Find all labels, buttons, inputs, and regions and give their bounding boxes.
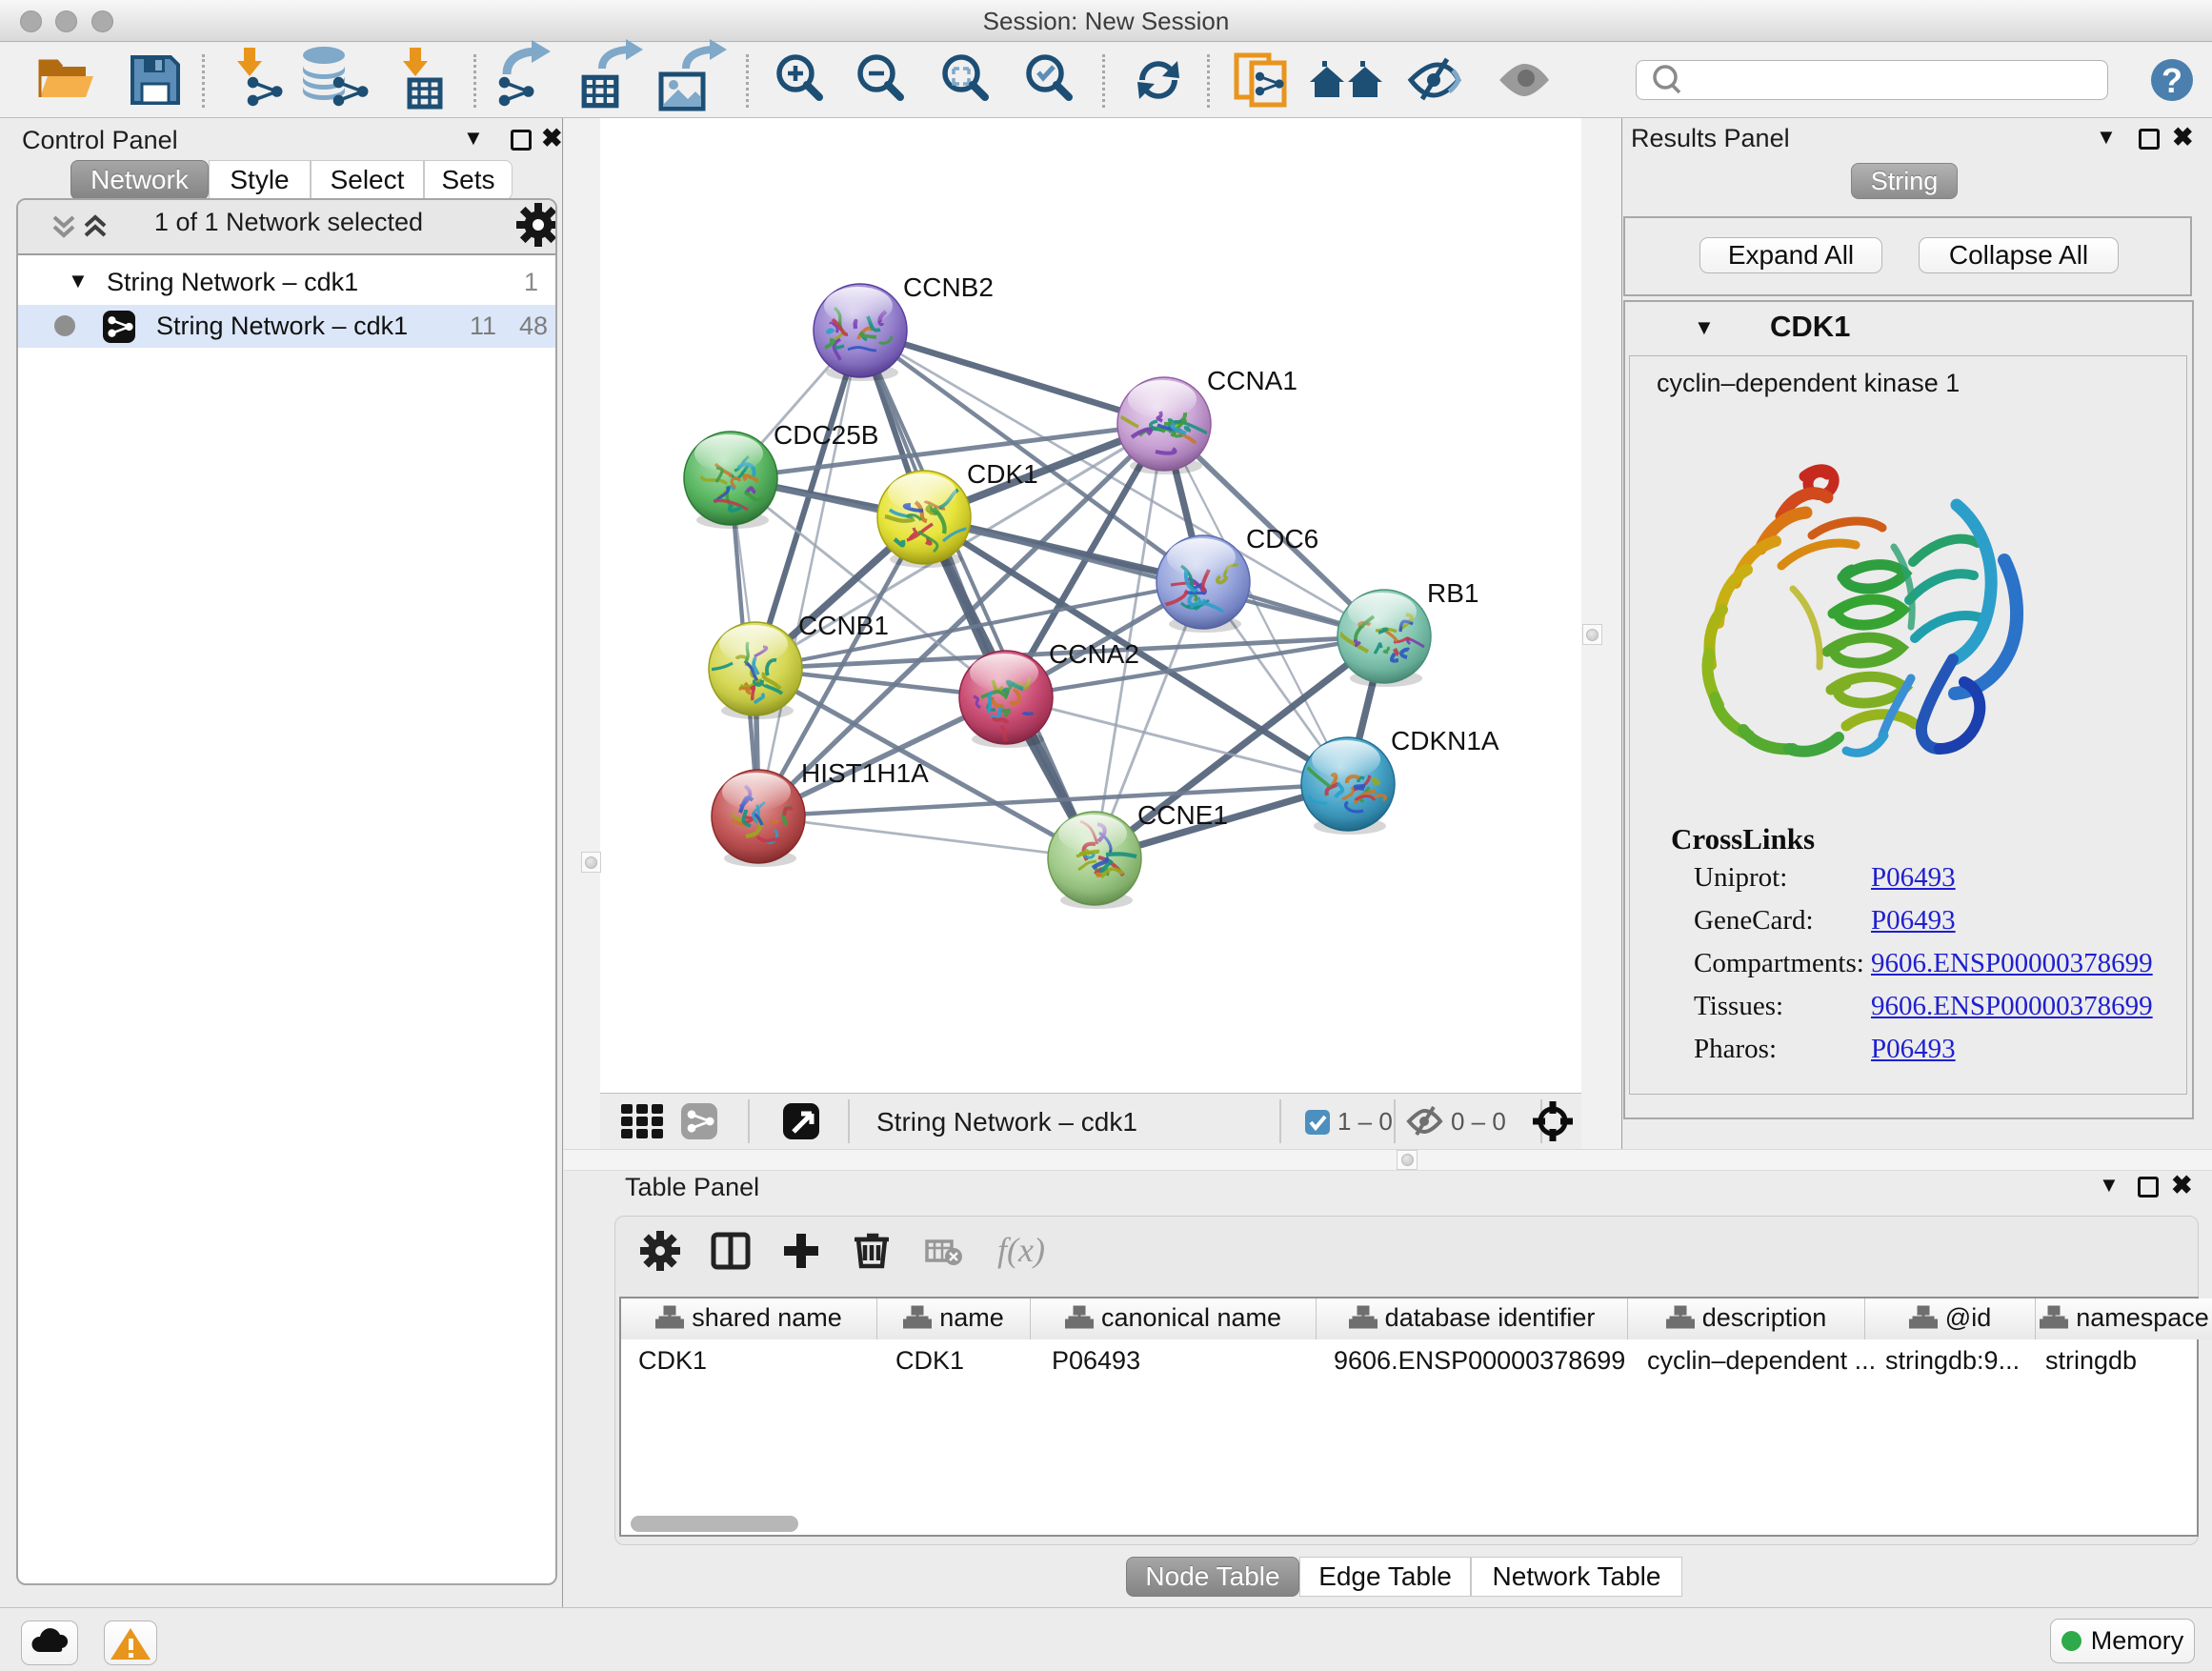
svg-text:HIST1H1A: HIST1H1A (801, 758, 929, 788)
svg-text:1 – 0: 1 – 0 (1337, 1107, 1393, 1136)
svg-text:RB1: RB1 (1427, 578, 1478, 608)
svg-text:?: ? (2162, 61, 2182, 100)
svg-text:CCNB2: CCNB2 (903, 272, 994, 302)
svg-text:0 – 0: 0 – 0 (1451, 1107, 1506, 1136)
svg-text:CDC25B: CDC25B (774, 420, 878, 450)
svg-text:1 of 1 Network selected: 1 of 1 Network selected (154, 208, 423, 236)
svg-text:CCNE1: CCNE1 (1137, 800, 1228, 830)
svg-text:CDC6: CDC6 (1246, 524, 1318, 554)
svg-text:CCNB1: CCNB1 (798, 611, 889, 640)
svg-text:String Network – cdk1: String Network – cdk1 (876, 1107, 1137, 1137)
svg-text:CDK1: CDK1 (967, 459, 1038, 489)
svg-text:CDKN1A: CDKN1A (1391, 726, 1499, 755)
svg-text:CCNA1: CCNA1 (1207, 366, 1297, 395)
svg-text:CCNA2: CCNA2 (1049, 639, 1139, 669)
